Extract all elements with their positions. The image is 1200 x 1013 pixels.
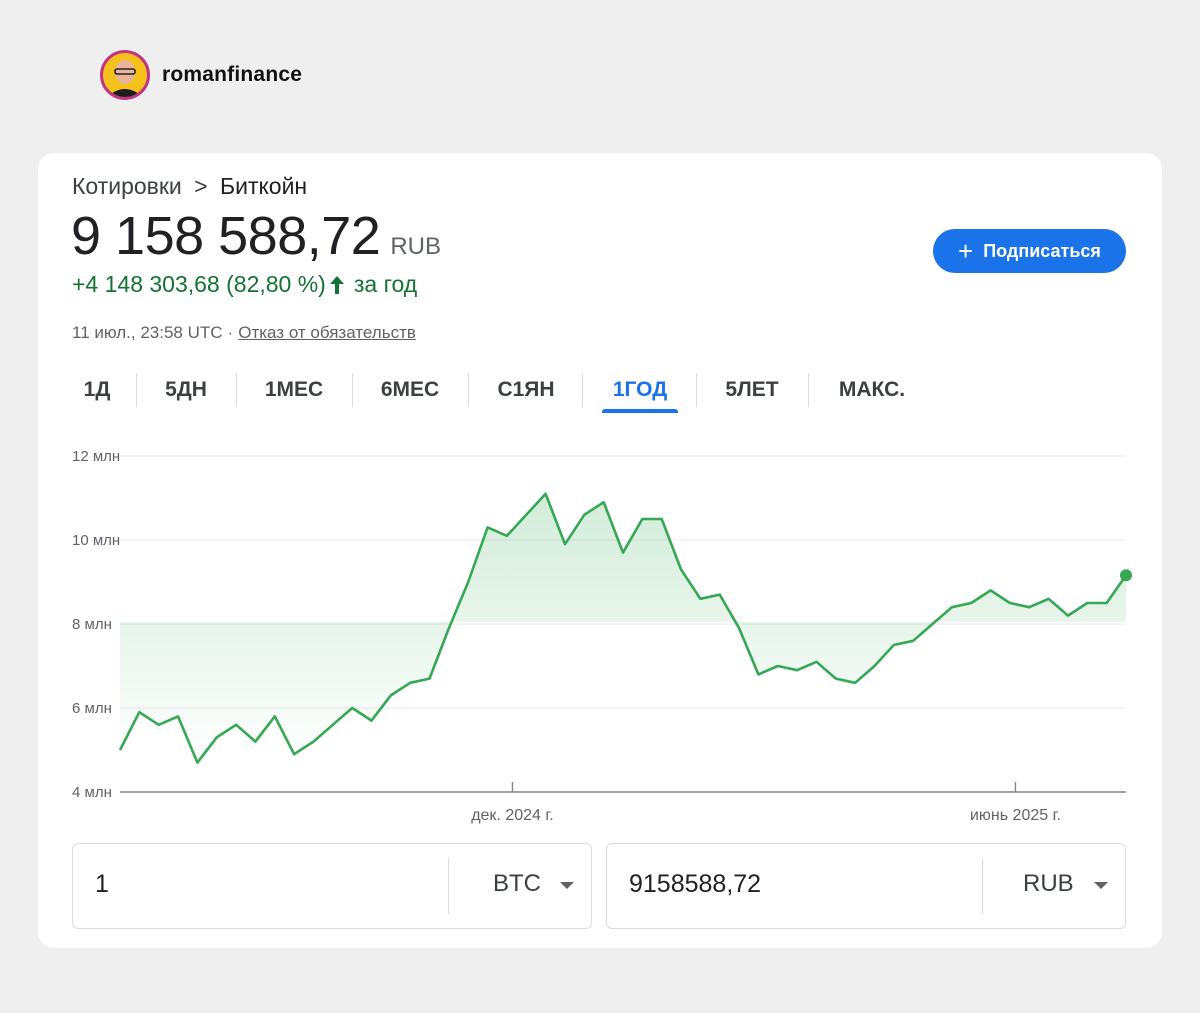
tab-divider: [696, 373, 697, 407]
dot-separator: ·: [227, 323, 234, 342]
breadcrumb-root[interactable]: Котировки: [72, 173, 182, 199]
converter-from: 1 BTC: [72, 843, 592, 929]
chevron-down-icon[interactable]: [560, 882, 574, 889]
x-tick-label: июнь 2025 г.: [970, 807, 1061, 824]
author-name[interactable]: romanfinance: [162, 63, 302, 87]
y-tick-label: 8 млн: [72, 616, 112, 633]
x-tick-label: дек. 2024 г.: [471, 807, 554, 824]
chevron-down-icon[interactable]: [1094, 882, 1108, 889]
tab-divider: [352, 373, 353, 407]
tab-ytd[interactable]: С1ЯН: [486, 373, 566, 413]
y-tick-label: 12 млн: [72, 448, 120, 465]
tab-6m[interactable]: 6МЕС: [370, 373, 450, 413]
change-value: +4 148 303,68 (82,80 %): [72, 271, 326, 297]
disclaimer-link[interactable]: Отказ от обязательств: [238, 323, 416, 342]
timestamp: 11 июл., 23:58 UTC: [72, 323, 223, 342]
timestamp-row: 11 июл., 23:58 UTC · Отказ от обязательств: [72, 323, 416, 343]
author-header: romanfinance: [100, 50, 302, 100]
plus-icon: +: [958, 236, 974, 266]
breadcrumb: Котировки > Биткойн: [72, 173, 307, 200]
tab-divider: [808, 373, 809, 407]
price-value: 9 158 588,72: [71, 206, 381, 266]
subscribe-label: Подписаться: [983, 240, 1101, 261]
tab-divider: [236, 373, 237, 407]
from-currency-select[interactable]: BTC: [493, 870, 541, 898]
tab-1d[interactable]: 1Д: [76, 373, 118, 413]
to-amount-input[interactable]: 9158588,72: [629, 870, 761, 899]
tab-5d[interactable]: 5ДН: [154, 373, 218, 413]
change-period: за год: [353, 271, 418, 297]
tab-1y[interactable]: 1ГОД: [602, 373, 678, 413]
quote-card: Котировки > Биткойн 9 158 588,72 RUB +4 …: [38, 153, 1162, 948]
tab-divider: [582, 373, 583, 407]
tab-divider: [468, 373, 469, 407]
converter-to: 9158588,72 RUB: [606, 843, 1126, 929]
converter-divider: [982, 858, 983, 914]
tab-5y[interactable]: 5ЛЕТ: [716, 373, 788, 413]
y-tick-label: 6 млн: [72, 700, 112, 717]
subscribe-button[interactable]: + Подписаться: [933, 229, 1126, 273]
y-tick-label: 10 млн: [72, 532, 120, 549]
tab-divider: [136, 373, 137, 407]
price-chart[interactable]: 12 млн 10 млн 8 млн 6 млн 4 млн дек. 2024 г.…: [38, 438, 1162, 828]
price-currency: RUB: [390, 233, 441, 260]
price-block: 9 158 588,72 RUB: [71, 205, 441, 267]
tab-max[interactable]: МАКС.: [826, 373, 918, 413]
breadcrumb-current: Биткойн: [220, 173, 308, 199]
breadcrumb-separator: >: [194, 173, 208, 199]
avatar[interactable]: [100, 50, 150, 100]
last-point-marker[interactable]: [1120, 569, 1132, 582]
price-change: +4 148 303,68 (82,80 %) за год: [72, 271, 417, 298]
y-tick-label: 4 млн: [72, 784, 112, 801]
to-currency-select[interactable]: RUB: [1023, 870, 1074, 898]
tab-1m[interactable]: 1МЕС: [254, 373, 334, 413]
from-amount-input[interactable]: 1: [95, 870, 109, 899]
converter-divider: [448, 858, 449, 914]
arrow-up-icon: [328, 275, 346, 295]
